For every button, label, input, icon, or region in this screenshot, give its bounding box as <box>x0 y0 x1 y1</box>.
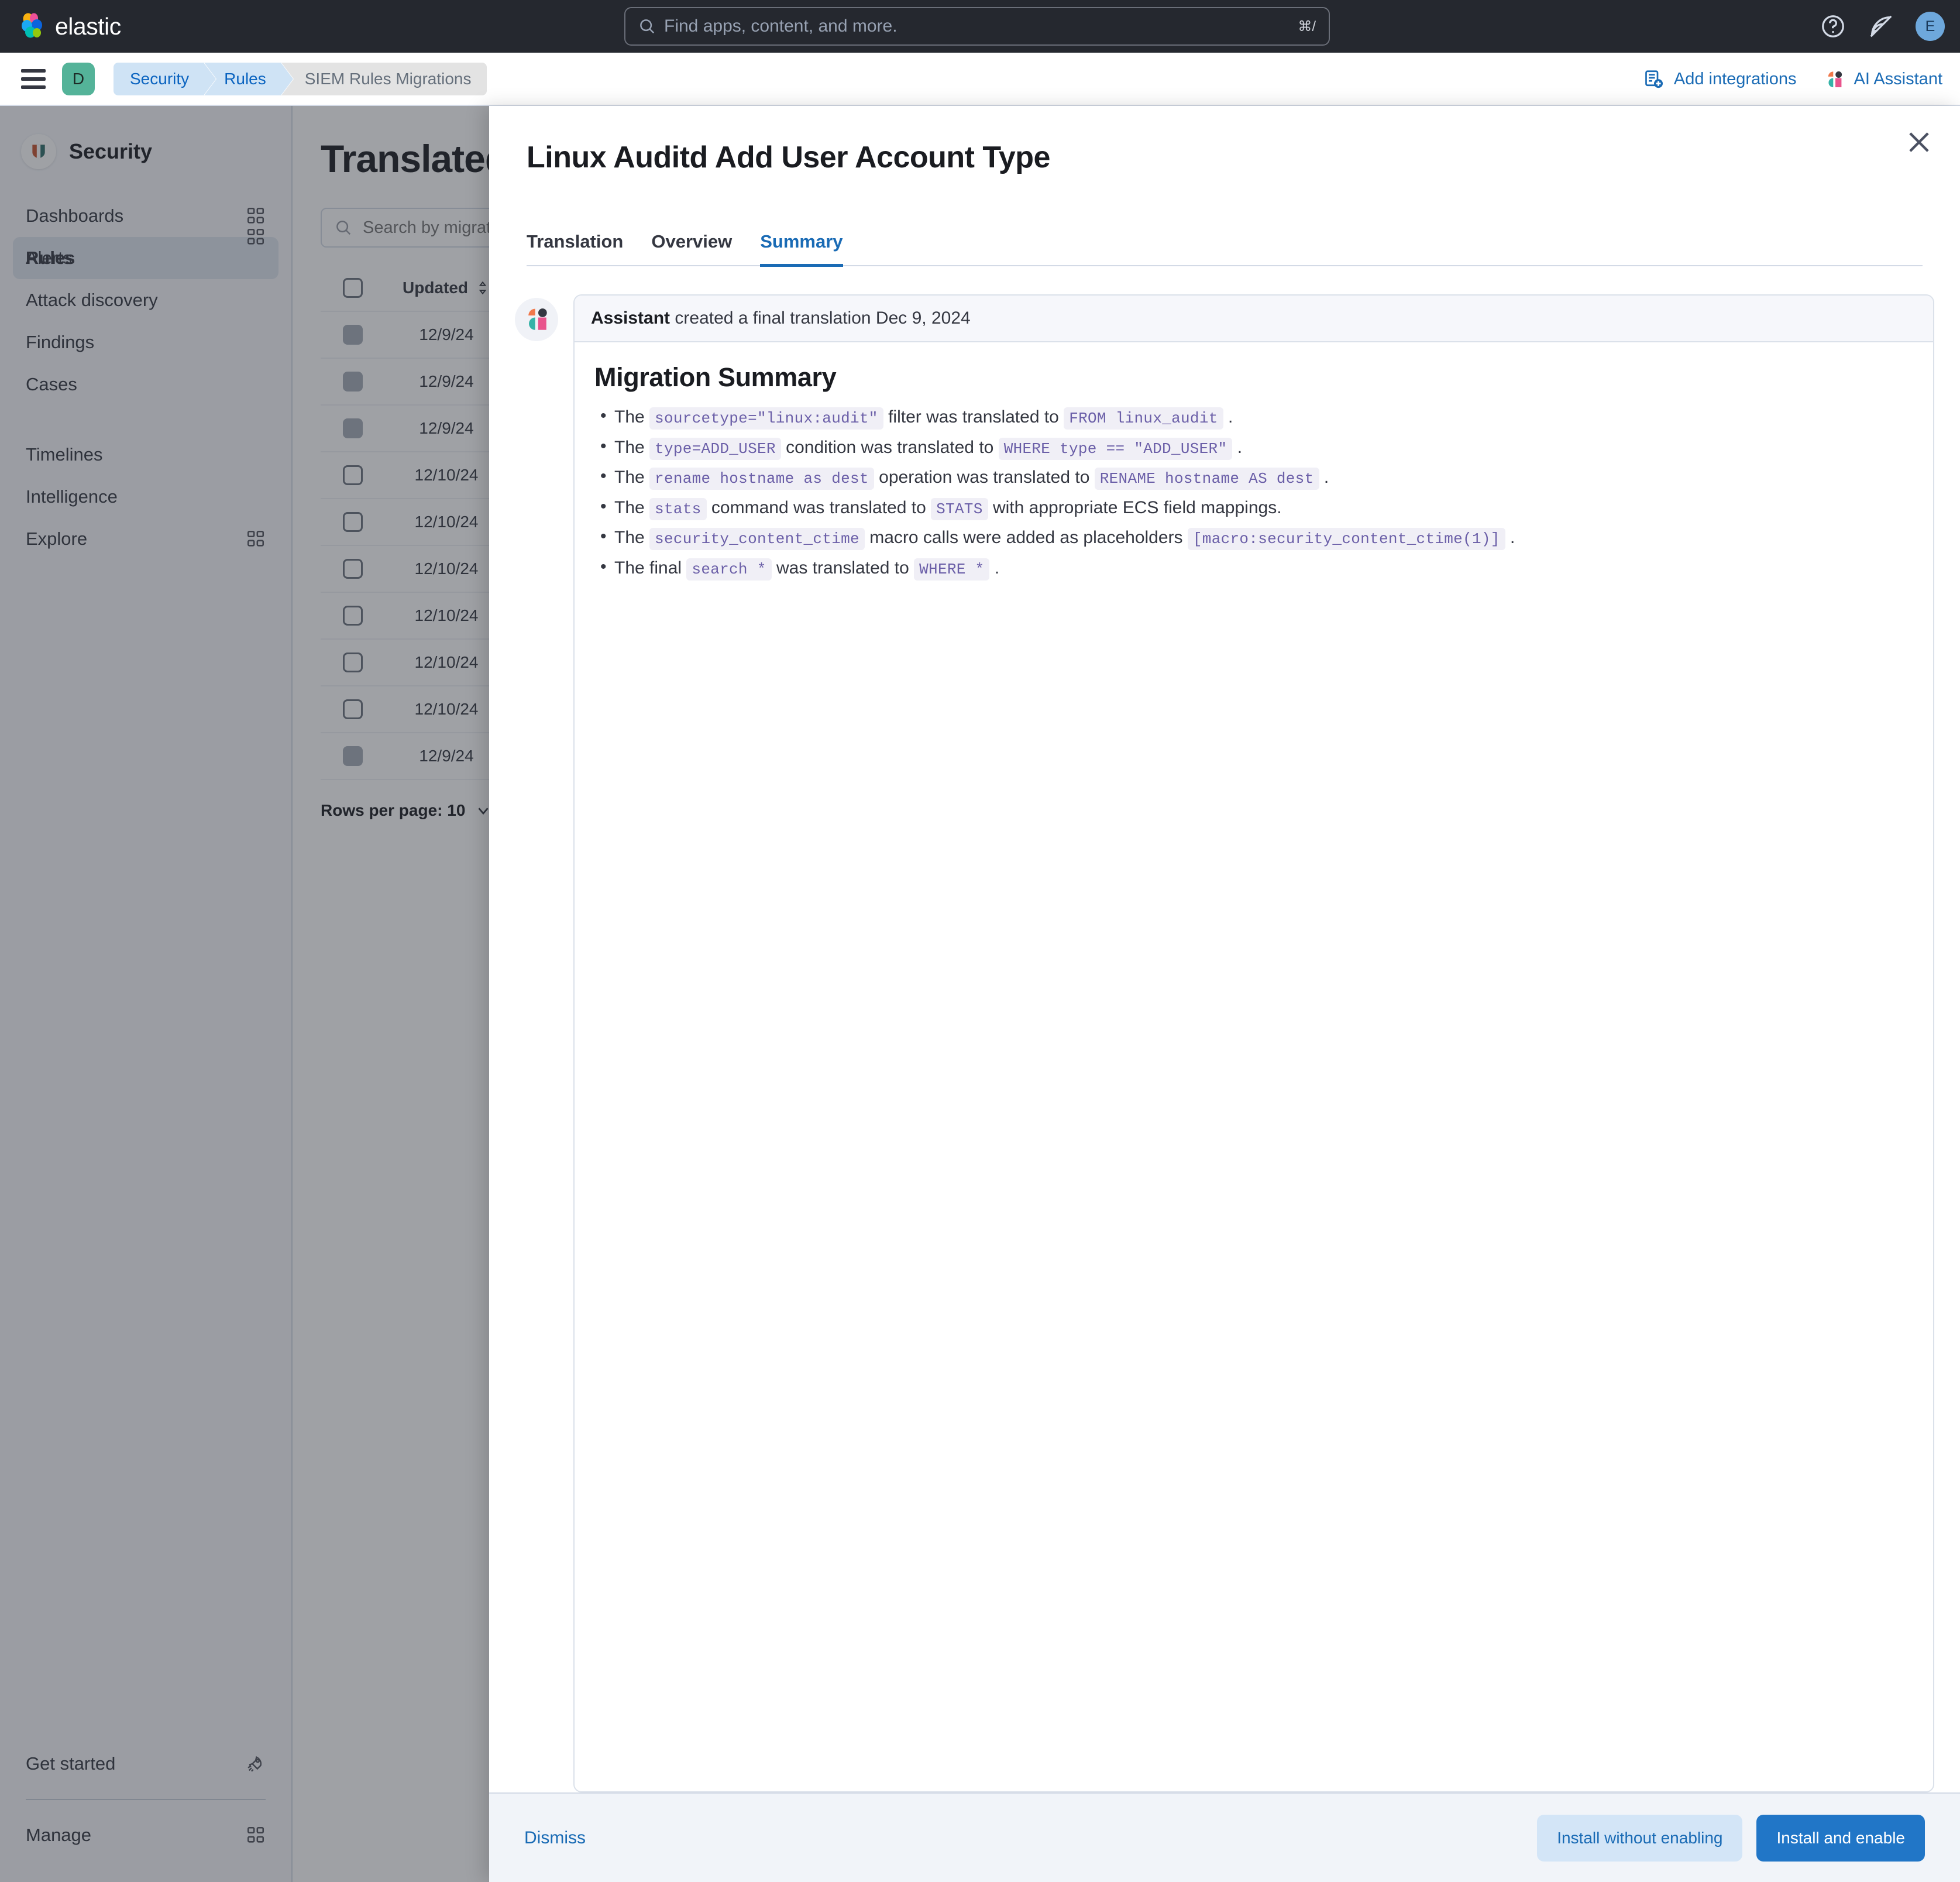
bullet-code-source: rename hostname as dest <box>649 468 874 490</box>
flyout-tabs: Translation Overview Summary <box>527 231 1923 267</box>
list-item: The security_content_ctime macro calls w… <box>594 525 1913 551</box>
help-circle-icon[interactable] <box>1820 13 1846 40</box>
bullet-post-text: . <box>994 558 1000 578</box>
breadcrumb: Security Rules SIEM Rules Migrations <box>114 62 487 95</box>
summary-card-body: Migration Summary The sourcetype="linux:… <box>575 342 1933 610</box>
list-item: The final search * was translated to WHE… <box>594 555 1913 581</box>
user-avatar[interactable]: E <box>1916 12 1945 41</box>
tab-translation[interactable]: Translation <box>527 231 623 267</box>
news-feed-icon[interactable] <box>1868 13 1894 40</box>
bullet-code-target: FROM linux_audit <box>1064 407 1223 430</box>
bullet-post-text: . <box>1510 528 1515 548</box>
list-item: The rename hostname as dest operation wa… <box>594 465 1913 490</box>
install-without-enabling-button[interactable]: Install without enabling <box>1537 1814 1743 1862</box>
summary-author: Assistant <box>591 308 670 328</box>
ai-assistant-button[interactable]: AI Assistant <box>1824 70 1942 90</box>
elastic-logo[interactable]: elastic <box>19 12 121 40</box>
elastic-logo-icon <box>22 13 42 38</box>
elastic-ai-assistant-icon <box>1828 71 1842 87</box>
bullet-pre-text: The <box>614 437 645 457</box>
bullet-post-text: . <box>1323 468 1329 487</box>
rule-details-flyout: Linux Auditd Add User Account Type Trans… <box>489 106 1960 1882</box>
summary-heading: Migration Summary <box>594 362 837 392</box>
bullet-mid-text: macro calls were added as placeholders <box>869 528 1183 548</box>
bullet-pre-text: The <box>614 468 645 487</box>
bullet-code-target: WHERE type == "ADD_USER" <box>998 437 1233 460</box>
elastic-ai-assistant-icon <box>515 298 558 341</box>
summary-bullet-list: The sourcetype="linux:audit" filter was … <box>594 404 1913 581</box>
list-item: The sourcetype="linux:audit" filter was … <box>594 404 1913 430</box>
flyout-title: Linux Auditd Add User Account Type <box>527 140 1050 174</box>
breadcrumb-bar: D Security Rules SIEM Rules Migrations A… <box>0 53 1960 106</box>
bullet-post-text: with appropriate ECS field mappings. <box>992 497 1282 517</box>
bullet-mid-text: command was translated to <box>711 497 926 517</box>
global-search-placeholder: Find apps, content, and more. <box>664 16 898 36</box>
app-root: elastic Find apps, content, and more. ⌘/… <box>0 0 1960 1882</box>
bullet-post-text: . <box>1228 407 1233 427</box>
list-item: The stats command was translated to STAT… <box>594 495 1913 520</box>
bullet-code-target: [macro:security_content_ctime(1)] <box>1187 528 1505 551</box>
bullet-code-target: WHERE * <box>914 558 990 581</box>
bullet-mid-text: condition was translated to <box>786 437 994 457</box>
breadcrumb-actions: Add integrations AI Assistant <box>1643 53 1942 106</box>
elastic-wordmark: elastic <box>55 12 121 40</box>
flyout-footer: Dismiss Install without enabling Install… <box>489 1792 1960 1882</box>
bullet-pre-text: The <box>614 497 645 517</box>
bullet-post-text: . <box>1237 437 1243 457</box>
breadcrumb-item-siem-rules-migrations[interactable]: SIEM Rules Migrations <box>281 62 487 95</box>
space-badge[interactable]: D <box>62 62 95 95</box>
ai-assistant-label: AI Assistant <box>1854 70 1942 88</box>
global-search-bar[interactable]: Find apps, content, and more. ⌘/ <box>624 7 1330 46</box>
bullet-code-source: sourcetype="linux:audit" <box>649 407 883 430</box>
add-integrations-button[interactable]: Add integrations <box>1643 69 1797 90</box>
list-item: The type=ADD_USER condition was translat… <box>594 435 1913 460</box>
install-and-enable-button[interactable]: Install and enable <box>1756 1814 1925 1862</box>
bullet-mid-text: was translated to <box>776 558 909 578</box>
close-icon[interactable] <box>1904 127 1934 157</box>
bullet-code-target: STATS <box>931 497 988 520</box>
global-header-actions: E <box>1820 0 1945 53</box>
tab-summary[interactable]: Summary <box>760 231 843 267</box>
add-integrations-label: Add integrations <box>1673 70 1797 88</box>
flyout-body: Assistant created a final translation De… <box>489 266 1960 1792</box>
bullet-mid-text: filter was translated to <box>888 407 1059 427</box>
migration-summary-card: Assistant created a final translation De… <box>573 294 1934 1792</box>
bullet-pre-text: The <box>614 528 645 548</box>
bullet-code-source: type=ADD_USER <box>649 437 781 460</box>
search-icon <box>640 19 655 34</box>
flyout-header: Linux Auditd Add User Account Type Trans… <box>489 106 1960 267</box>
dismiss-button[interactable]: Dismiss <box>524 1828 586 1848</box>
bullet-pre-text: The <box>614 407 645 427</box>
bullet-mid-text: operation was translated to <box>879 468 1090 487</box>
summary-header-text: created a final translation Dec 9, 2024 <box>675 308 971 328</box>
add-integrations-icon <box>1645 70 1663 88</box>
hamburger-menu-icon[interactable] <box>21 68 46 89</box>
search-shortcut-hint: ⌘/ <box>1298 18 1316 35</box>
summary-card-header: Assistant created a final translation De… <box>575 296 1933 342</box>
tab-overview[interactable]: Overview <box>651 231 732 267</box>
breadcrumb-item-security[interactable]: Security <box>114 62 216 95</box>
bullet-code-source: security_content_ctime <box>649 528 865 551</box>
bullet-code-source: stats <box>649 497 707 520</box>
global-header: elastic Find apps, content, and more. ⌘/… <box>0 0 1960 53</box>
bullet-code-target: RENAME hostname AS dest <box>1094 468 1319 490</box>
bullet-pre-text: The final <box>614 558 682 578</box>
bullet-code-source: search * <box>686 558 772 581</box>
